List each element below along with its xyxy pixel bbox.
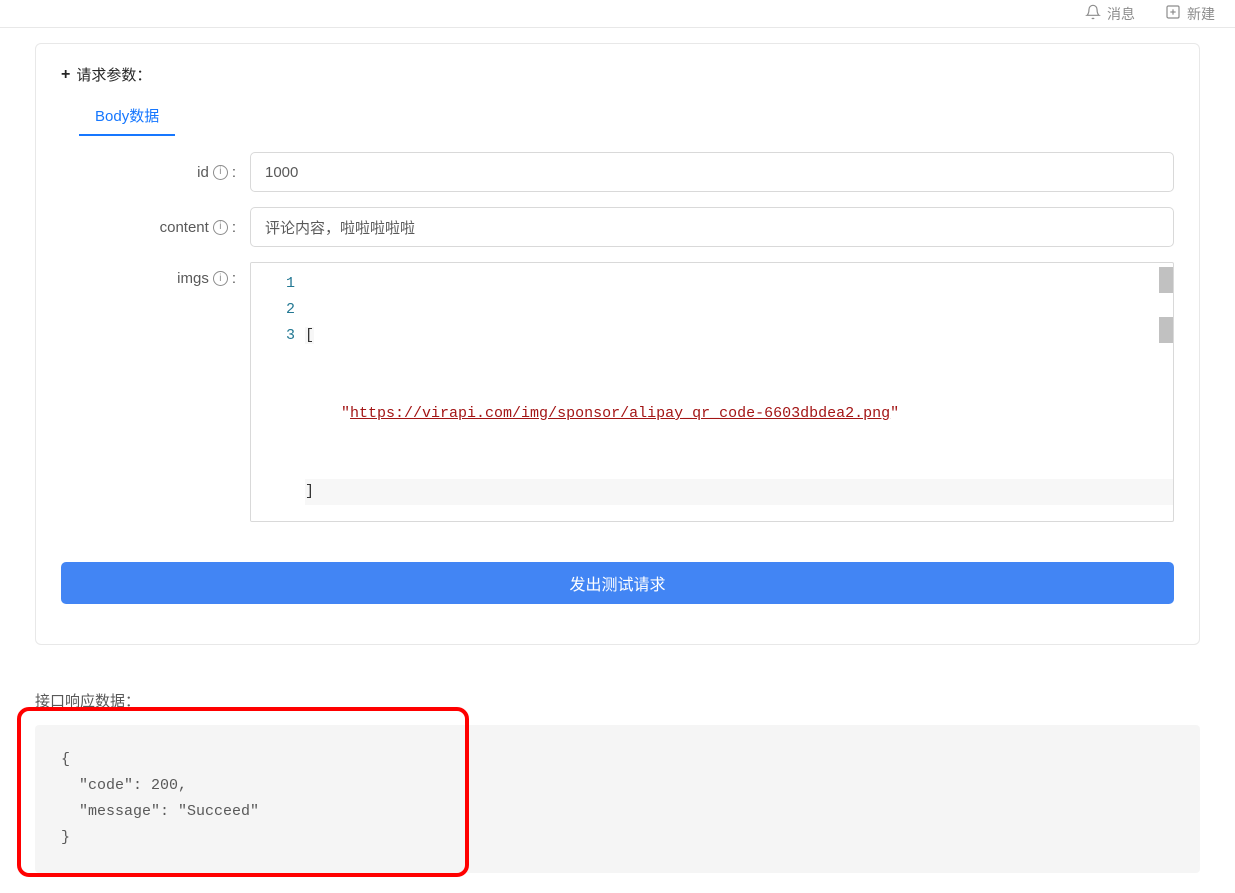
scrollbar-thumb[interactable] xyxy=(1159,267,1173,293)
scrollbar-thumb[interactable] xyxy=(1159,317,1173,343)
request-params-card: + 请求参数： Body数据 id i: content i: imgs i: … xyxy=(35,43,1200,645)
input-id[interactable] xyxy=(250,152,1174,192)
editor-url: https://virapi.com/img/sponsor/alipay_qr… xyxy=(350,405,890,422)
bracket-close: ] xyxy=(305,483,314,500)
imgs-code-editor[interactable]: 1 2 3 [ "https://virapi.com/img/sponsor/… xyxy=(250,262,1174,522)
editor-gutter: 1 2 3 xyxy=(251,263,305,521)
bell-icon xyxy=(1085,4,1101,23)
request-params-title: 请求参数： xyxy=(76,64,151,85)
label-imgs: imgs i: xyxy=(61,270,236,287)
send-test-request-button[interactable]: 发出测试请求 xyxy=(61,562,1174,604)
plus-square-icon xyxy=(1165,4,1181,23)
response-section-title: 接口响应数据： xyxy=(35,690,1200,711)
label-content: content i: xyxy=(61,219,236,236)
request-params-header[interactable]: + 请求参数： xyxy=(61,64,1174,85)
response-wrapper: { "code": 200, "message": "Succeed" } xyxy=(35,725,1200,873)
input-content[interactable] xyxy=(250,207,1174,247)
line-number: 3 xyxy=(251,323,295,349)
nav-notifications-label: 消息 xyxy=(1107,4,1135,24)
tab-body-data[interactable]: Body数据 xyxy=(79,97,175,136)
plus-icon: + xyxy=(61,66,70,84)
info-icon[interactable]: i xyxy=(213,220,228,235)
form-row-content: content i: xyxy=(61,207,1174,247)
nav-new-label: 新建 xyxy=(1187,4,1215,24)
editor-scrollbar[interactable] xyxy=(1159,263,1173,521)
line-number: 1 xyxy=(251,271,295,297)
form-row-id: id i: xyxy=(61,152,1174,192)
bracket-open: [ xyxy=(305,327,314,344)
info-icon[interactable]: i xyxy=(213,165,228,180)
tabs-row: Body数据 xyxy=(79,97,1174,137)
line-number: 2 xyxy=(251,297,295,323)
response-section: 接口响应数据： { "code": 200, "message": "Succe… xyxy=(35,690,1200,873)
editor-content[interactable]: [ "https://virapi.com/img/sponsor/alipay… xyxy=(305,263,1173,521)
nav-notifications[interactable]: 消息 xyxy=(1085,4,1135,24)
top-nav: 消息 新建 xyxy=(0,0,1235,28)
nav-new[interactable]: 新建 xyxy=(1165,4,1215,24)
response-body: { "code": 200, "message": "Succeed" } xyxy=(35,725,1200,873)
form-row-imgs: imgs i: 1 2 3 [ "https://virapi.com/img/… xyxy=(61,262,1174,522)
info-icon[interactable]: i xyxy=(213,271,228,286)
label-id: id i: xyxy=(61,164,236,181)
